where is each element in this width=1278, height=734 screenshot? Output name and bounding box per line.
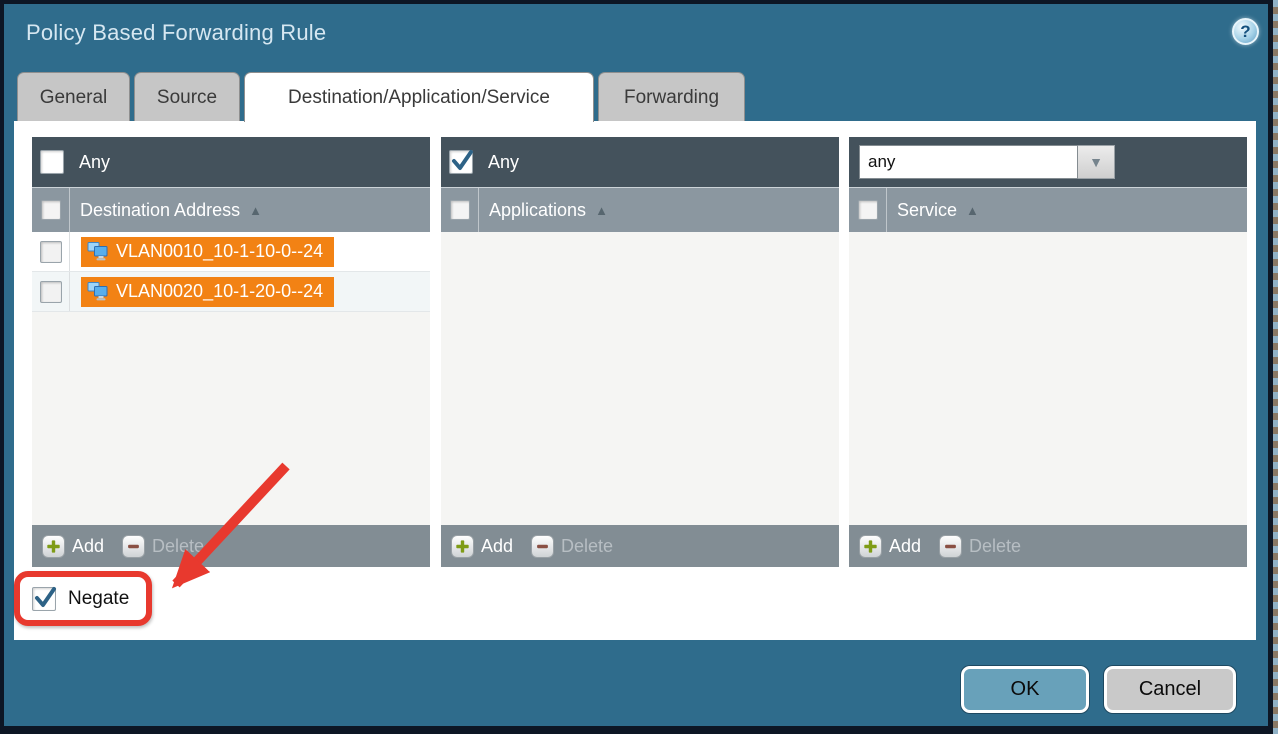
add-label: Add [889, 536, 921, 557]
destination-any-checkbox[interactable] [40, 150, 64, 174]
service-list [849, 232, 1247, 525]
minus-icon [939, 535, 962, 558]
screen-edge-artifact [1273, 0, 1278, 734]
service-header-label: Service [897, 200, 957, 221]
plus-icon [451, 535, 474, 558]
dropdown-arrow-button[interactable]: ▼ [1078, 145, 1115, 179]
applications-panel: Any Applications ▲ Add [441, 137, 839, 567]
network-address-icon [87, 242, 109, 261]
destination-footer: Add Delete [32, 525, 430, 567]
tab-destination-application-service[interactable]: Destination/Application/Service [244, 72, 594, 122]
service-footer: Add Delete [849, 525, 1247, 567]
tab-general[interactable]: General [17, 72, 130, 121]
service-dropdown-row: any ▼ [849, 137, 1247, 187]
negate-label: Negate [68, 588, 129, 610]
negate-checkbox[interactable] [32, 587, 56, 611]
destination-any-label: Any [79, 152, 110, 173]
dialog-title: Policy Based Forwarding Rule [26, 20, 326, 46]
minus-icon [122, 535, 145, 558]
service-select-all-checkbox[interactable] [858, 200, 878, 220]
delete-label: Delete [561, 536, 613, 557]
ok-button[interactable]: OK [961, 666, 1089, 713]
delete-button[interactable]: Delete [122, 535, 204, 558]
sort-asc-icon[interactable]: ▲ [966, 203, 979, 218]
tab-content-panel: Any Destination Address ▲ [14, 121, 1256, 640]
applications-column-header[interactable]: Applications ▲ [441, 187, 839, 232]
sort-asc-icon[interactable]: ▲ [595, 203, 608, 218]
minus-icon [531, 535, 554, 558]
table-row[interactable]: VLAN0010_10-1-10-0--24 [32, 232, 430, 272]
dialog-actions: OK Cancel [4, 664, 1268, 722]
plus-icon [42, 535, 65, 558]
add-button[interactable]: Add [859, 535, 921, 558]
sort-asc-icon[interactable]: ▲ [249, 203, 262, 218]
add-label: Add [72, 536, 104, 557]
row-checkbox[interactable] [40, 281, 62, 303]
add-button[interactable]: Add [451, 535, 513, 558]
tab-source[interactable]: Source [134, 72, 240, 121]
cancel-button[interactable]: Cancel [1104, 666, 1236, 713]
policy-based-forwarding-dialog: Policy Based Forwarding Rule ? General S… [4, 4, 1268, 726]
destination-list: VLAN0010_10-1-10-0--24 VLAN [32, 232, 430, 525]
row-checkbox[interactable] [40, 241, 62, 263]
destination-select-all-checkbox[interactable] [41, 200, 61, 220]
tab-forwarding[interactable]: Forwarding [598, 72, 745, 121]
add-label: Add [481, 536, 513, 557]
service-panel: any ▼ Service ▲ [849, 137, 1247, 567]
destination-address-panel: Any Destination Address ▲ [32, 137, 430, 567]
destination-header-label: Destination Address [80, 200, 240, 221]
chevron-down-icon: ▼ [1089, 154, 1103, 170]
screen: Policy Based Forwarding Rule ? General S… [0, 0, 1278, 734]
delete-label: Delete [152, 536, 204, 557]
plus-icon [859, 535, 882, 558]
annotation-highlight-box: Negate [14, 571, 152, 626]
add-button[interactable]: Add [42, 535, 104, 558]
delete-label: Delete [969, 536, 1021, 557]
applications-any-label: Any [488, 152, 519, 173]
address-object-label: VLAN0020_10-1-20-0--24 [116, 281, 323, 302]
address-object-label: VLAN0010_10-1-10-0--24 [116, 241, 323, 262]
applications-any-row: Any [441, 137, 839, 187]
destination-column-header[interactable]: Destination Address ▲ [32, 187, 430, 232]
address-object-chip[interactable]: VLAN0010_10-1-10-0--24 [81, 237, 334, 267]
delete-button[interactable]: Delete [531, 535, 613, 558]
tab-bar: General Source Destination/Application/S… [17, 72, 745, 122]
service-dropdown[interactable]: any ▼ [859, 145, 1115, 179]
destination-any-row: Any [32, 137, 430, 187]
applications-select-all-checkbox[interactable] [450, 200, 470, 220]
applications-any-checkbox[interactable] [449, 150, 473, 174]
network-address-icon [87, 282, 109, 301]
service-column-header[interactable]: Service ▲ [849, 187, 1247, 232]
help-icon[interactable]: ? [1232, 18, 1259, 45]
applications-footer: Add Delete [441, 525, 839, 567]
applications-list [441, 232, 839, 525]
applications-header-label: Applications [489, 200, 586, 221]
table-row[interactable]: VLAN0020_10-1-20-0--24 [32, 272, 430, 312]
address-object-chip[interactable]: VLAN0020_10-1-20-0--24 [81, 277, 334, 307]
service-dropdown-value[interactable]: any [859, 145, 1078, 179]
delete-button[interactable]: Delete [939, 535, 1021, 558]
